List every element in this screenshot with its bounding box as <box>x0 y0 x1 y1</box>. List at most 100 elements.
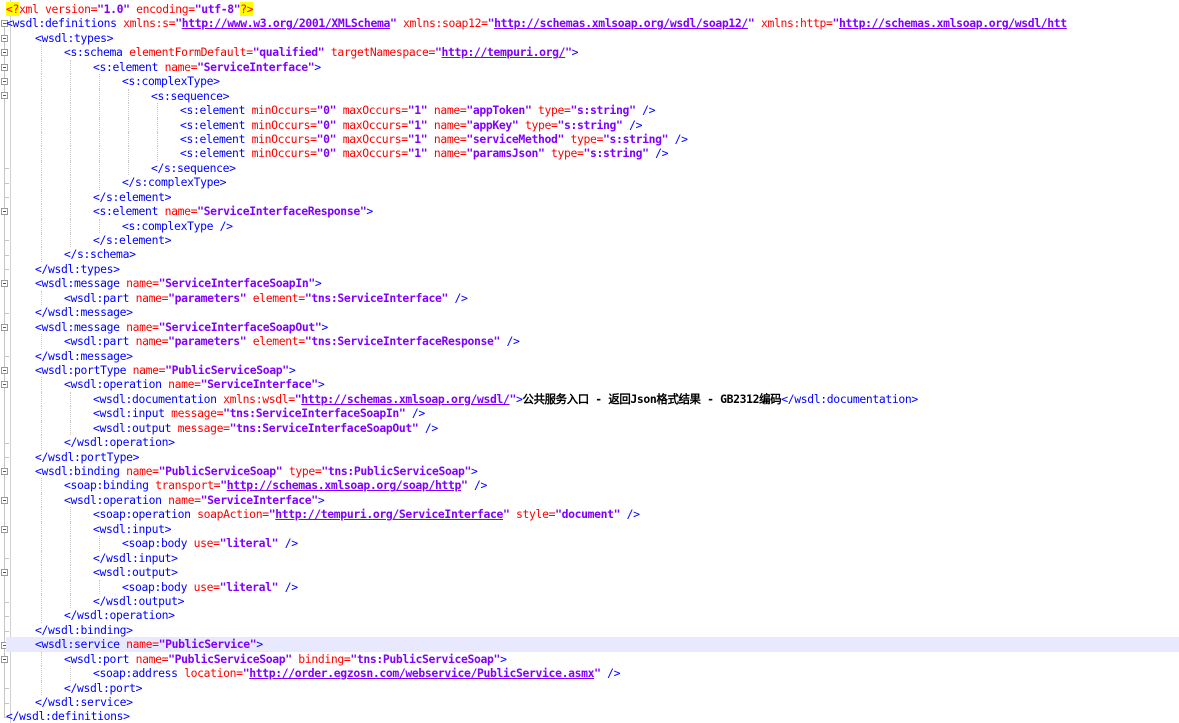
code-line[interactable]: <s:element minOccurs="0" maxOccurs="1" n… <box>6 146 1179 161</box>
code-line[interactable]: <wsdl:output> <box>6 565 1179 580</box>
xml-url[interactable]: http://www.w3.org/2001/XMLSchema <box>182 16 391 30</box>
indent-guide <box>70 59 71 75</box>
xml-attribute: targetNamespace= <box>324 45 435 60</box>
xml-attribute: name= <box>126 464 159 478</box>
code-line[interactable]: <s:element minOccurs="0" maxOccurs="1" n… <box>6 117 1179 132</box>
xml-attribute: type= <box>282 464 322 478</box>
code-line[interactable]: <wsdl:part name="parameters" element="tn… <box>6 290 1179 306</box>
code-line[interactable]: <wsdl:binding name="PublicServiceSoap" t… <box>6 464 1179 478</box>
code-line[interactable]: <wsdl:part name="parameters" element="tn… <box>6 334 1179 349</box>
code-line[interactable]: </wsdl:message> <box>6 349 1179 363</box>
code-line[interactable]: </wsdl:operation> <box>6 608 1179 623</box>
xml-url[interactable]: http://schemas.xmlsoap.org/wsdl/ <box>301 392 510 406</box>
xml-url[interactable]: http://schemas.xmlsoap.org/wsdl/soap12/ <box>494 16 748 30</box>
code-line[interactable]: </wsdl:service> <box>6 695 1179 709</box>
code-line[interactable]: <s:element minOccurs="0" maxOccurs="1" n… <box>6 103 1179 118</box>
xml-tag: <wsdl:binding <box>35 464 127 478</box>
code-line[interactable]: <s:element minOccurs="0" maxOccurs="1" n… <box>6 131 1179 147</box>
xml-url[interactable]: http://tempuri.org/ <box>441 45 565 59</box>
code-line[interactable]: <wsdl:service name="PublicService"> <box>6 637 1179 652</box>
xml-value: "tns:ServiceInterfaceResponse" <box>304 334 501 349</box>
code-line[interactable]: <wsdl:definitions xmlns:s="http://www.w3… <box>6 16 1179 30</box>
xml-tag: <wsdl:portType <box>35 362 133 377</box>
code-line[interactable]: </s:schema> <box>6 247 1179 262</box>
code-line[interactable]: <wsdl:types> <box>6 31 1179 45</box>
xml-value: "ServiceInterface" <box>197 59 315 74</box>
code-line[interactable]: </wsdl:port> <box>6 680 1179 695</box>
xml-tag: </wsdl:message> <box>35 305 133 320</box>
code-line[interactable]: </s:sequence> <box>6 160 1179 176</box>
code-area[interactable]: <?xml version="1.0" encoding="utf-8"?> <w… <box>6 2 1179 723</box>
code-line[interactable]: </wsdl:binding> <box>6 623 1179 637</box>
code-line[interactable]: <s:element name="ServiceInterfaceRespons… <box>6 204 1179 219</box>
xml-value: "ServiceInterfaceResponse" <box>197 204 367 219</box>
xml-url[interactable]: http://order.egzosn.com/webservice/Publi… <box>249 666 594 680</box>
code-line[interactable]: <soap:body use="literal" /> <box>6 579 1179 594</box>
indent-guide <box>70 204 71 219</box>
code-line[interactable]: <wsdl:message name="ServiceInterfaceSoap… <box>6 320 1179 334</box>
xml-tag: > <box>317 492 325 507</box>
xml-value: "PublicServiceSoap" <box>165 362 289 377</box>
code-line[interactable]: </wsdl:types> <box>6 262 1179 276</box>
xml-url[interactable]: http://tempuri.org/ServiceInterface <box>275 507 503 521</box>
code-line[interactable]: <soap:address location="http://order.egz… <box>6 666 1179 681</box>
code-line[interactable]: <s:complexType> <box>6 74 1179 89</box>
indent-guide <box>41 593 42 609</box>
code-line[interactable]: </wsdl:input> <box>6 550 1179 566</box>
code-line[interactable]: <wsdl:operation name="ServiceInterface"> <box>6 377 1179 392</box>
code-line[interactable]: <s:sequence> <box>6 88 1179 104</box>
indent-guide <box>41 45 42 60</box>
xml-value: "0" <box>316 146 337 161</box>
code-line[interactable]: <wsdl:output message="tns:ServiceInterfa… <box>6 420 1179 436</box>
code-line[interactable]: </wsdl:output> <box>6 593 1179 609</box>
xml-value: "0" <box>316 117 337 132</box>
code-line[interactable]: <wsdl:message name="ServiceInterfaceSoap… <box>6 276 1179 290</box>
code-line[interactable]: <s:complexType /> <box>6 218 1179 233</box>
indent-guide <box>99 88 100 104</box>
code-line[interactable]: <s:schema elementFormDefault="qualified"… <box>6 45 1179 60</box>
indent-guide <box>41 204 42 219</box>
xml-attribute: style= <box>509 507 556 522</box>
xml-text: 公共服务入口 - 返回Json格式结果 - GB2312编码 <box>522 391 782 406</box>
xml-tag: <wsdl:types> <box>35 30 114 45</box>
code-line[interactable]: </wsdl:operation> <box>6 435 1179 450</box>
code-line[interactable]: </s:element> <box>6 189 1179 205</box>
indent-guide <box>70 175 71 190</box>
xml-url[interactable]: http://schemas.xmlsoap.org/wsdl/htt <box>839 16 1067 30</box>
xml-value: "parameters" <box>168 290 247 305</box>
xml-tag: /> <box>622 117 643 132</box>
code-line[interactable]: <soap:body use="literal" /> <box>6 536 1179 551</box>
code-line[interactable]: <wsdl:input> <box>6 521 1179 537</box>
code-line[interactable]: </wsdl:message> <box>6 305 1179 319</box>
xml-decl-text: xml version= <box>19 2 98 16</box>
xml-url[interactable]: http://schemas.xmlsoap.org/soap/http <box>227 478 462 492</box>
xml-tag: <wsdl:input <box>93 406 172 421</box>
code-line[interactable]: <soap:binding transport="http://schemas.… <box>6 478 1179 493</box>
indent-guide <box>41 492 42 508</box>
code-line[interactable]: <wsdl:documentation xmlns:wsdl="http://s… <box>6 391 1179 407</box>
xml-tag: /> <box>278 579 298 594</box>
code-line[interactable]: <soap:operation soapAction="http://tempu… <box>6 507 1179 522</box>
code-line[interactable]: <wsdl:input message="tns:ServiceInterfac… <box>6 406 1179 421</box>
xml-attribute: elementFormDefault= <box>129 45 253 60</box>
code-editor[interactable]: <?xml version="1.0" encoding="utf-8"?> <w… <box>0 0 1179 723</box>
xml-value: "1.0" <box>97 2 130 16</box>
code-line[interactable]: </s:element> <box>6 233 1179 248</box>
indent-guide <box>41 680 42 695</box>
xml-tag: /> <box>668 131 688 146</box>
code-line[interactable]: <?xml version="1.0" encoding="utf-8"?> <box>6 2 1179 16</box>
indent-guide <box>41 435 42 450</box>
xml-attribute: minOccurs= <box>251 131 317 146</box>
code-line[interactable]: <s:element name="ServiceInterface"> <box>6 59 1179 75</box>
code-line[interactable]: </s:complexType> <box>6 175 1179 190</box>
indent-guide <box>157 146 158 161</box>
xml-value: "1" <box>407 131 428 146</box>
xml-tag: <soap:binding <box>64 478 156 493</box>
xml-value: "qualified" <box>252 45 325 60</box>
code-line[interactable]: <wsdl:operation name="ServiceInterface"> <box>6 492 1179 508</box>
code-line[interactable]: </wsdl:portType> <box>6 450 1179 464</box>
code-line[interactable]: <wsdl:port name="PublicServiceSoap" bind… <box>6 651 1179 667</box>
code-line[interactable]: <wsdl:portType name="PublicServiceSoap"> <box>6 363 1179 377</box>
indent-guide <box>99 218 100 233</box>
code-line[interactable]: </wsdl:definitions> <box>6 709 1179 723</box>
